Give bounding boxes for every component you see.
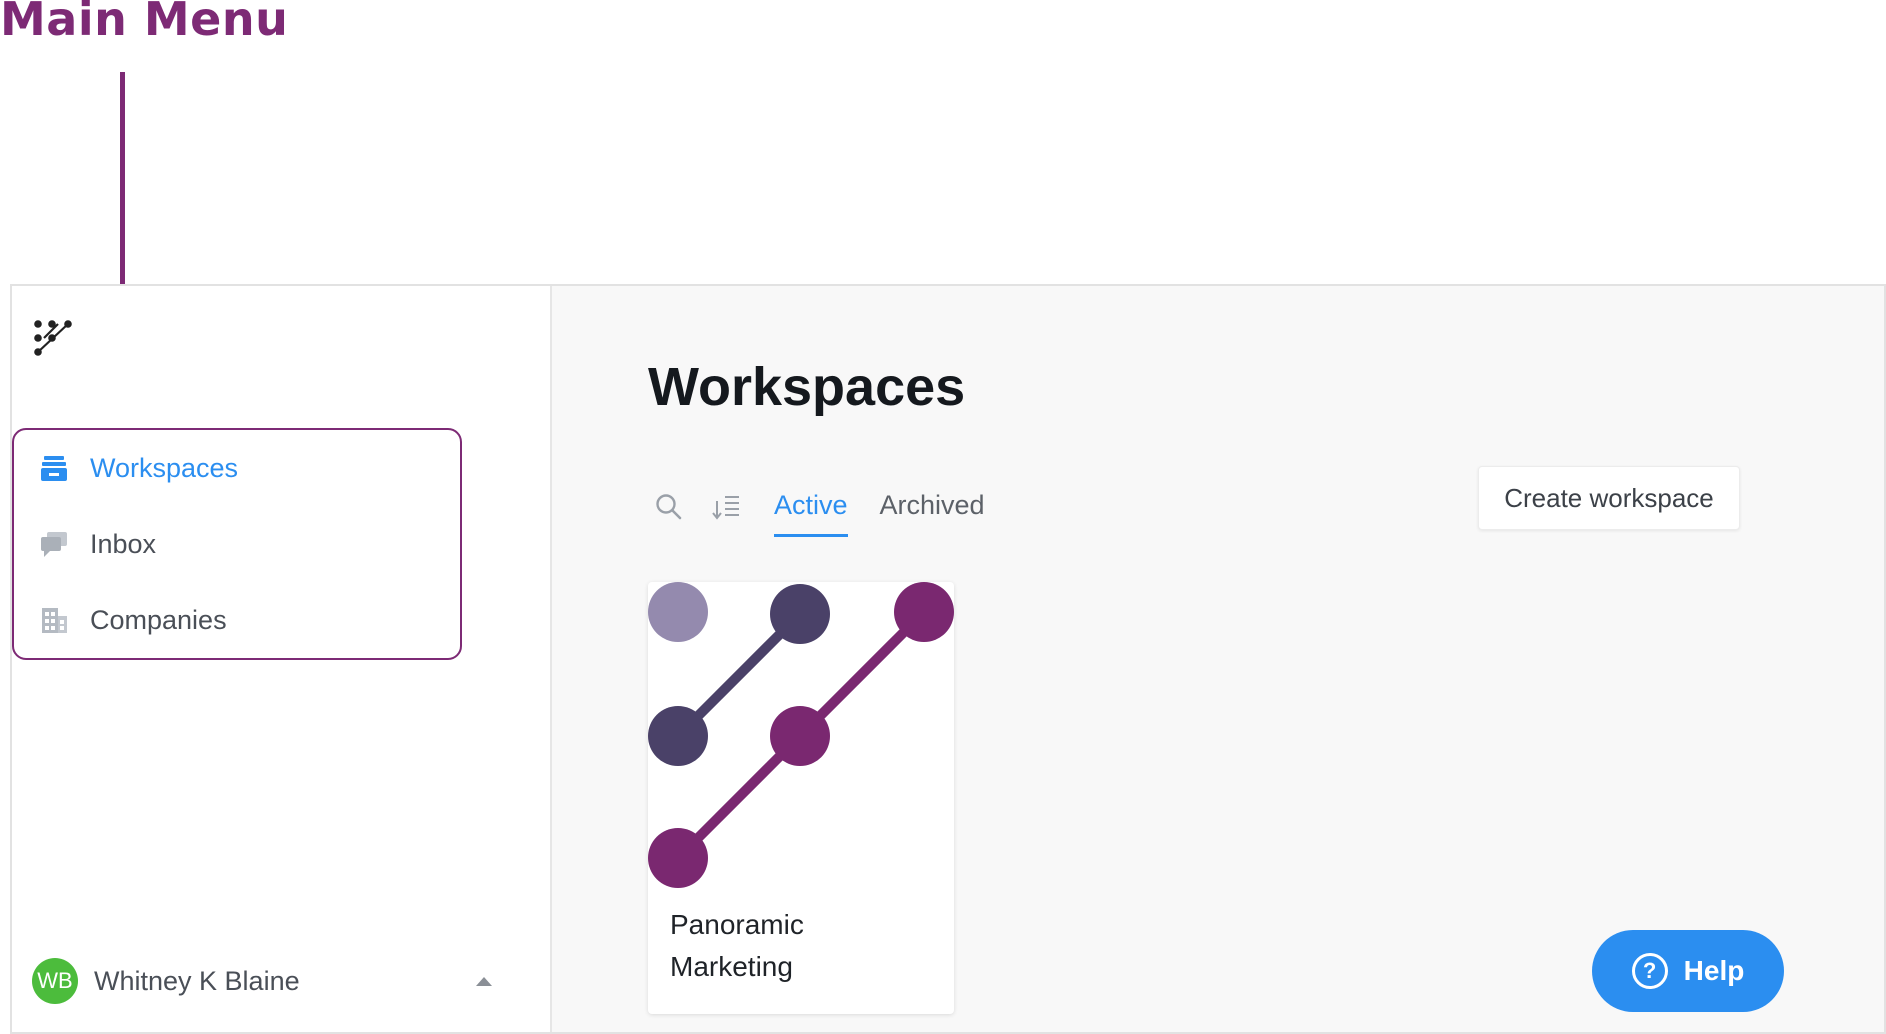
workspace-card[interactable]: Panoramic Marketing — [648, 582, 954, 1014]
search-icon[interactable] — [652, 490, 686, 524]
tab-active[interactable]: Active — [774, 484, 848, 537]
chevron-up-icon[interactable] — [476, 976, 492, 986]
page-title: Workspaces — [648, 357, 966, 417]
callout-highlight-box — [12, 428, 462, 660]
sort-icon[interactable] — [710, 490, 744, 524]
main-content: Workspaces Active Archived Create worksp… — [552, 286, 1884, 1032]
create-workspace-button[interactable]: Create workspace — [1478, 466, 1740, 530]
avatar: WB — [32, 958, 78, 1004]
help-button[interactable]: ? Help — [1592, 930, 1784, 1012]
callout-title: Main Menu — [0, 0, 289, 46]
question-icon: ? — [1631, 953, 1668, 989]
workspace-toolbar: Active Archived — [652, 482, 1017, 537]
help-label: Help — [1683, 955, 1745, 986]
app-logo-icon[interactable] — [30, 314, 82, 366]
workspace-logo-image — [648, 582, 954, 888]
user-name: Whitney K Blaine — [94, 965, 300, 996]
tab-archived[interactable]: Archived — [880, 484, 985, 531]
user-menu[interactable]: WB Whitney K Blaine — [32, 956, 522, 1006]
workspace-name: Panoramic Marketing — [670, 909, 804, 982]
